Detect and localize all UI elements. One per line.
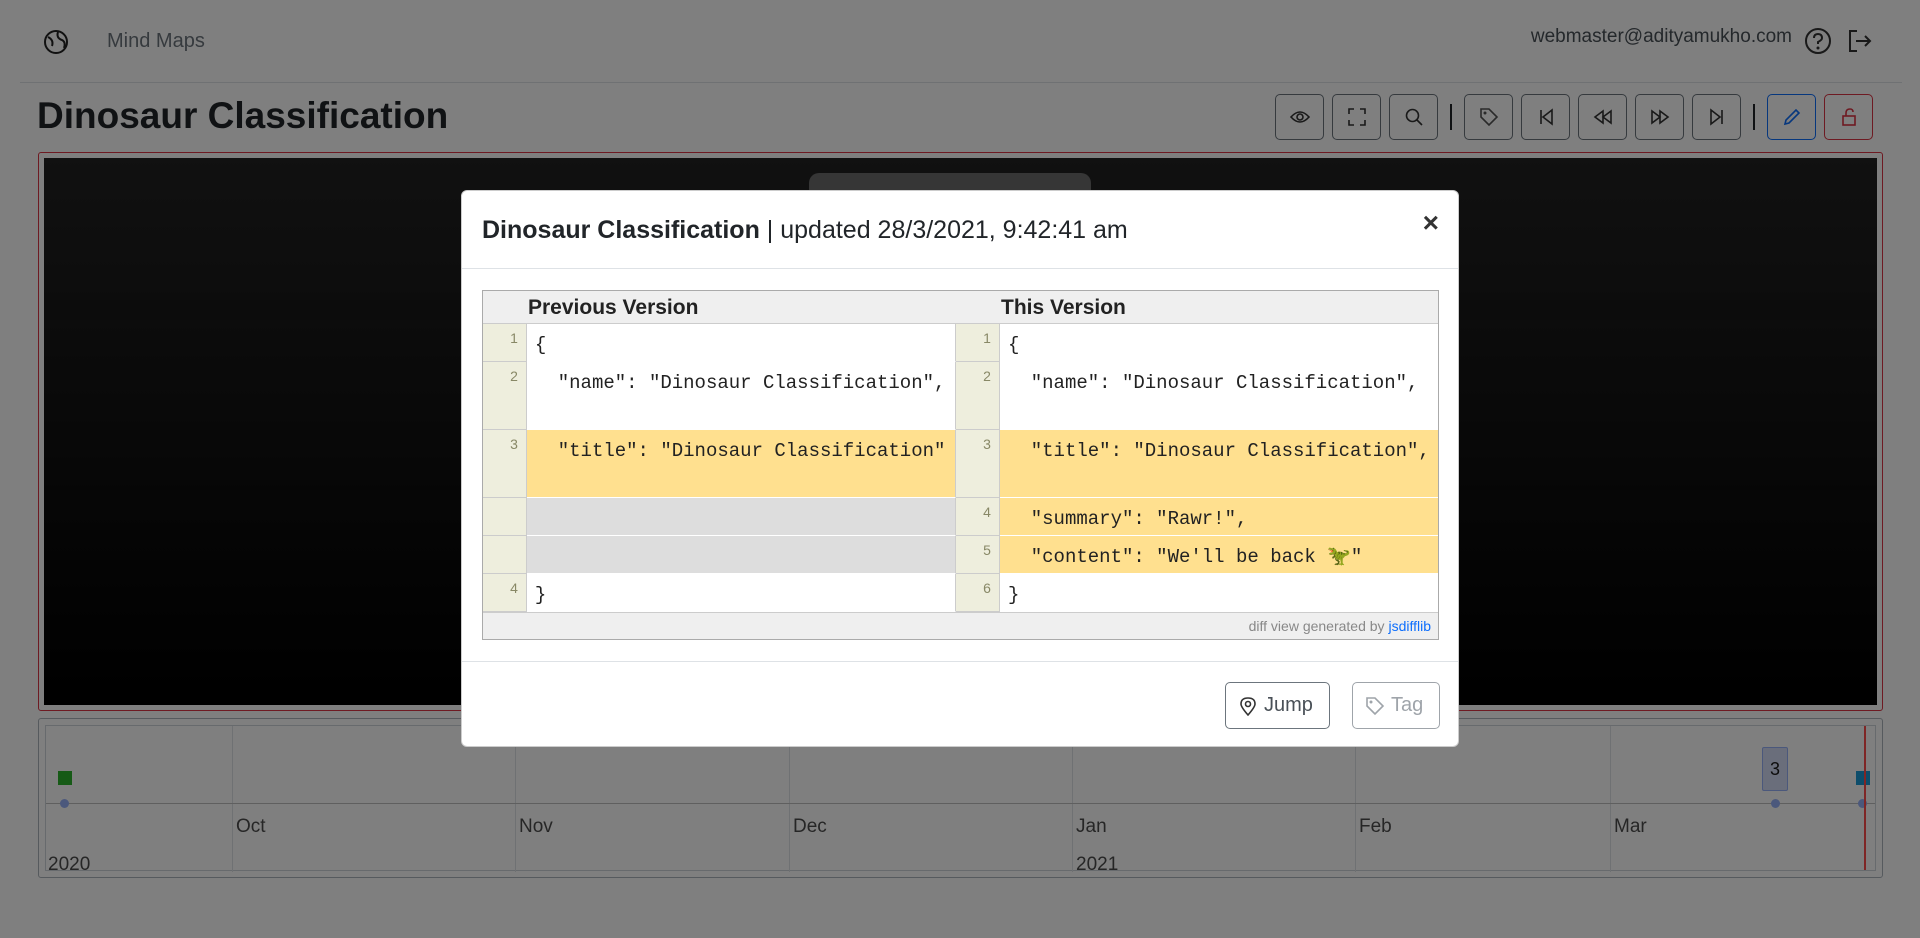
tag-button-label: Tag bbox=[1391, 694, 1424, 716]
diff-left-code bbox=[526, 498, 957, 536]
diff-left-code bbox=[526, 536, 957, 574]
diff-right-code: "summary": "Rawr!", bbox=[999, 498, 1438, 536]
line-number bbox=[483, 536, 527, 574]
tag-button[interactable]: Tag bbox=[1352, 682, 1440, 729]
diff-right-code: { bbox=[999, 324, 1438, 362]
diff-left-code: { bbox=[526, 324, 957, 362]
line-number: 5 bbox=[956, 536, 1000, 574]
line-number: 1 bbox=[956, 324, 1000, 362]
modal-footer: Jump Tag bbox=[462, 661, 1458, 748]
diff-table: Previous Version This Version 1 { 1 { 2 … bbox=[482, 290, 1439, 640]
jump-button-label: Jump bbox=[1264, 694, 1313, 716]
line-number: 3 bbox=[956, 430, 1000, 498]
diff-left-code: "name": "Dinosaur Classification", bbox=[526, 362, 957, 430]
diff-right-code: "content": "We'll be back 🦖" bbox=[999, 536, 1438, 574]
diff-row: 1 { 1 { bbox=[483, 324, 1438, 362]
line-number: 3 bbox=[483, 430, 527, 498]
diff-right-header: This Version bbox=[1001, 296, 1126, 319]
line-number: 1 bbox=[483, 324, 527, 362]
diff-left-code: "title": "Dinosaur Classification" bbox=[526, 430, 957, 498]
close-icon[interactable]: × bbox=[1423, 209, 1439, 237]
line-number: 6 bbox=[956, 574, 1000, 612]
diff-header: Previous Version This Version bbox=[483, 291, 1438, 324]
version-diff-modal: Dinosaur Classification | updated 28/3/2… bbox=[461, 190, 1459, 747]
modal-title: Dinosaur Classification | updated 28/3/2… bbox=[482, 216, 1128, 245]
line-number bbox=[483, 498, 527, 536]
modal-header: Dinosaur Classification | updated 28/3/2… bbox=[462, 191, 1458, 269]
diff-footer: diff view generated by jsdifflib bbox=[483, 612, 1438, 639]
diff-left-code: } bbox=[526, 574, 957, 612]
diff-row-changed: 3 "title": "Dinosaur Classification" 3 "… bbox=[483, 430, 1438, 498]
map-pin-icon bbox=[1240, 696, 1256, 716]
diff-left-header: Previous Version bbox=[528, 296, 699, 319]
line-number: 4 bbox=[483, 574, 527, 612]
diff-right-code: "title": "Dinosaur Classification", bbox=[999, 430, 1438, 498]
modal-title-name: Dinosaur Classification bbox=[482, 216, 760, 244]
diff-row: 2 "name": "Dinosaur Classification", 2 "… bbox=[483, 362, 1438, 430]
diff-right-code: } bbox=[999, 574, 1438, 612]
diff-row-inserted: 5 "content": "We'll be back 🦖" bbox=[483, 536, 1438, 574]
diff-right-code: "name": "Dinosaur Classification", bbox=[999, 362, 1438, 430]
diff-row-inserted: 4 "summary": "Rawr!", bbox=[483, 498, 1438, 536]
diff-row: 4 } 6 } bbox=[483, 574, 1438, 612]
line-number: 4 bbox=[956, 498, 1000, 536]
diff-footer-text: diff view generated by bbox=[1248, 618, 1389, 634]
tag-icon bbox=[1366, 696, 1385, 715]
jsdifflib-link[interactable]: jsdifflib bbox=[1388, 618, 1431, 634]
line-number: 2 bbox=[956, 362, 1000, 430]
modal-title-updated: | updated 28/3/2021, 9:42:41 am bbox=[759, 216, 1128, 244]
jump-button[interactable]: Jump bbox=[1225, 682, 1330, 729]
line-number: 2 bbox=[483, 362, 527, 430]
